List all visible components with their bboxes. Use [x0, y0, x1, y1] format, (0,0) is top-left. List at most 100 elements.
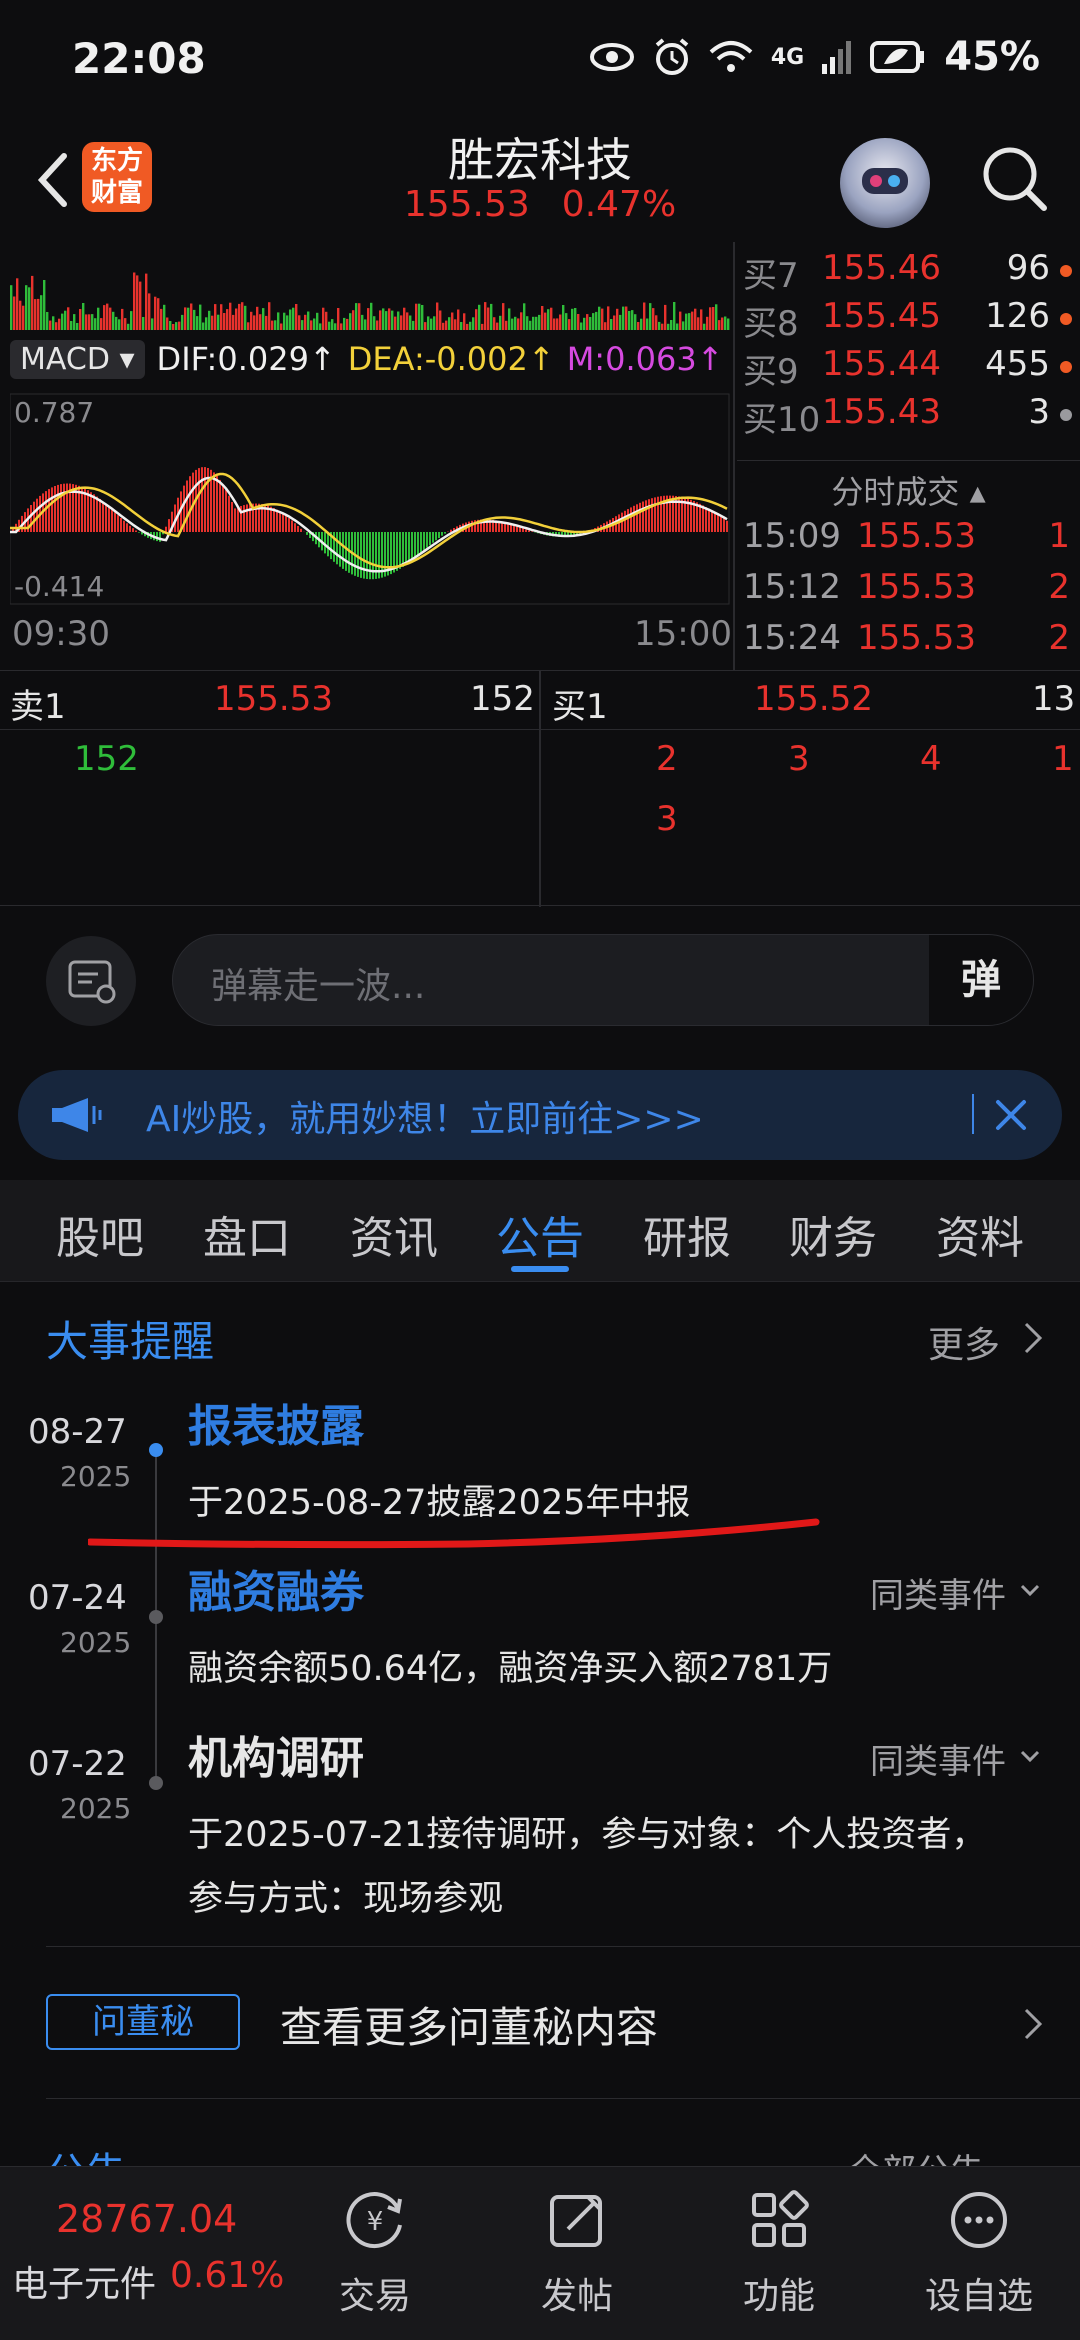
- caret-up-icon: ▴: [969, 473, 986, 511]
- alarm-icon: [655, 38, 689, 75]
- queue-divider: [539, 671, 541, 907]
- order-queue: 卖1 155.53 152 152 买1 155.52 13 2 3 4 1 3: [0, 670, 1080, 907]
- status-icons: 4G 45%: [589, 34, 1040, 80]
- active-tab-indicator: [511, 1266, 569, 1272]
- tab-announcements[interactable]: 公告: [470, 1202, 610, 1266]
- timeline-dot-active: [149, 1443, 163, 1457]
- assistant-robot-icon[interactable]: [840, 138, 930, 228]
- search-icon[interactable]: [978, 142, 1050, 214]
- network-label: 4G: [770, 44, 805, 70]
- event-date: 07-22: [28, 1744, 127, 1784]
- event-title[interactable]: 融资融券: [188, 1556, 364, 1620]
- sector-index-pct[interactable]: 0.61%: [170, 2255, 284, 2296]
- danmaku-settings-button[interactable]: [46, 936, 136, 1026]
- info-tabs: 股吧 盘口 资讯 公告 研报 财务 资料: [0, 1180, 1080, 1282]
- banner-separator: [972, 1094, 974, 1134]
- tab-research[interactable]: 研报: [617, 1202, 757, 1266]
- order-book: 买7 155.46 96 买8 155.45 126 买9 155.44 455 买10 15…: [737, 242, 1080, 460]
- sell-total: 152: [470, 679, 535, 719]
- bottom-bar: 28767.04 电子元件 0.61% ¥ 交易 发帖 功能 设自选: [0, 2166, 1080, 2340]
- macd-plot: [10, 393, 730, 605]
- indicator-select[interactable]: MACD ▾: [10, 339, 145, 379]
- chevron-down-icon[interactable]: [1016, 1580, 1044, 1600]
- buy-queue-item: 1: [1052, 739, 1074, 779]
- order-dot-icon: [1060, 313, 1072, 325]
- chevron-right-icon[interactable]: [1018, 1318, 1048, 1358]
- event-title[interactable]: 报表披露: [188, 1390, 364, 1454]
- close-icon[interactable]: [986, 1090, 1036, 1140]
- eye-icon: [589, 43, 634, 71]
- qa-badge: 问董秘: [46, 1994, 240, 2050]
- events-more-link[interactable]: 更多: [928, 1316, 1000, 1368]
- buy-label: 买1: [552, 687, 608, 727]
- buy-queue-item: 2: [656, 739, 678, 779]
- tab-guba[interactable]: 股吧: [30, 1202, 170, 1266]
- trade-button[interactable]: ¥ 交易: [300, 2185, 450, 2319]
- more-icon: [951, 2192, 1007, 2248]
- danmaku-settings-icon: [68, 960, 116, 1004]
- sell-label: 卖1: [10, 687, 66, 727]
- divider: [46, 1946, 1080, 1947]
- chevron-down-icon[interactable]: [1016, 1746, 1044, 1766]
- trades-header[interactable]: 分时成交 ▴: [737, 460, 1080, 512]
- sector-index-value[interactable]: 28767.04: [56, 2197, 237, 2241]
- qa-more-link[interactable]: 查看更多问董秘内容: [280, 1994, 658, 2055]
- grid-icon: [752, 2190, 809, 2247]
- tab-news[interactable]: 资讯: [324, 1202, 464, 1266]
- macd-m: M:0.063↑: [566, 340, 724, 378]
- macd-axis-max: 0.787: [14, 396, 95, 429]
- sector-index-name[interactable]: 电子元件: [12, 2255, 156, 2307]
- time-axis-end: 15:00: [634, 614, 732, 654]
- similar-events-link[interactable]: 同类事件: [870, 1734, 1006, 1783]
- time-axis-start: 09:30: [12, 614, 110, 654]
- macd-dif: DIF:0.029↑: [156, 340, 336, 378]
- order-book-row: 买8 155.45 126: [737, 296, 1080, 344]
- battery-icon: [870, 41, 925, 73]
- danmaku-placeholder: 弹幕走一波...: [211, 966, 426, 1007]
- danmaku-row: 弹幕走一波... 弹: [0, 906, 1080, 1056]
- red-underline-annotation: [88, 1518, 820, 1549]
- order-book-row: 买10 155.43 3: [737, 392, 1080, 440]
- tab-finance[interactable]: 财务: [763, 1202, 903, 1266]
- event-date: 08-27: [28, 1412, 127, 1452]
- functions-button[interactable]: 功能: [704, 2185, 854, 2319]
- edit-icon: [550, 2195, 602, 2247]
- event-title[interactable]: 机构调研: [188, 1722, 364, 1786]
- event-year: 2025: [60, 1460, 132, 1493]
- sell-queue-item: 152: [74, 739, 139, 779]
- similar-events-link[interactable]: 同类事件: [870, 1568, 1006, 1617]
- timeline-dot: [149, 1776, 163, 1790]
- tab-profile[interactable]: 资料: [910, 1202, 1050, 1266]
- trade-row: 15:24 155.53 2: [743, 618, 1070, 658]
- megaphone-icon: [52, 1098, 102, 1132]
- wifi-icon: [709, 41, 753, 72]
- stock-price: 155.53: [403, 184, 530, 225]
- events-section-title: 大事提醒: [46, 1317, 215, 1366]
- danmaku-input[interactable]: 弹幕走一波... 弹: [172, 934, 1034, 1026]
- ai-promo-banner[interactable]: AI炒股，就用妙想！立即前往>>>: [18, 1070, 1062, 1160]
- buy-total: 13: [1032, 679, 1076, 719]
- buy-queue-item: 3: [656, 799, 678, 839]
- order-book-row: 买9 155.44 455: [737, 344, 1080, 392]
- macd-dea: DEA:-0.002↑: [347, 340, 555, 378]
- event-date: 07-24: [28, 1578, 127, 1618]
- intraday-chart[interactable]: MACD ▾ DIF:0.029↑ DEA:-0.002↑ M:0.063↑ 0…: [0, 242, 735, 670]
- volume-bars: [10, 272, 730, 330]
- order-dot-icon: [1060, 361, 1072, 373]
- signal-icon: [822, 41, 852, 74]
- event-desc: 于2025-07-21接待调研，参与对象：个人投资者，: [188, 1815, 987, 1855]
- order-dot-icon: [1060, 265, 1072, 277]
- sell-price: 155.53: [214, 679, 333, 719]
- tab-pankou[interactable]: 盘口: [177, 1202, 317, 1266]
- status-bar: 22:08 4G 45%: [0, 0, 1080, 120]
- chevron-right-icon[interactable]: [1018, 2004, 1046, 2044]
- order-dot-icon: [1060, 409, 1072, 421]
- danmaku-toggle-button[interactable]: 弹: [929, 935, 1033, 1025]
- buy-price: 155.52: [754, 679, 873, 719]
- post-button[interactable]: 发帖: [502, 2185, 652, 2319]
- event-desc-continued: 参与方式：现场参观: [188, 1879, 504, 1919]
- event-desc: 融资余额50.64亿，融资净买入额2781万: [188, 1649, 833, 1689]
- add-watchlist-button[interactable]: 设自选: [904, 2185, 1054, 2319]
- trade-icon: ¥: [346, 2192, 402, 2248]
- battery-percent: 45%: [944, 34, 1040, 80]
